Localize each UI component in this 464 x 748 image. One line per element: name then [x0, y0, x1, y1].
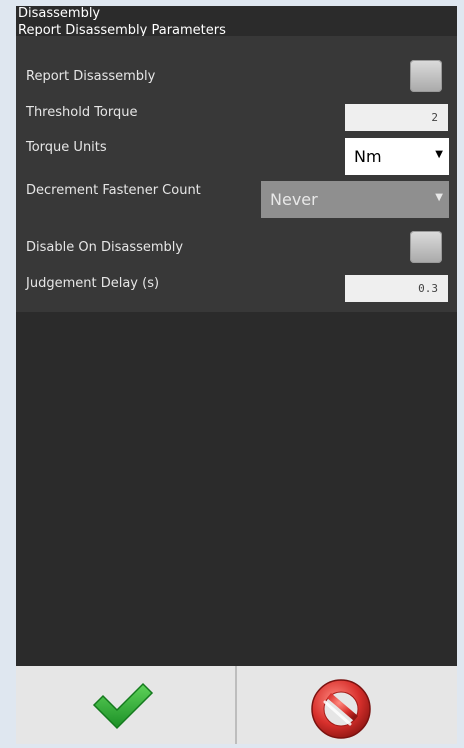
decrement-fastener-count-select[interactable]: Never ▼	[261, 181, 449, 218]
torque-units-select[interactable]: Nm ▼	[345, 138, 449, 175]
panel-title: Disassembly	[18, 6, 101, 21]
action-bar	[16, 666, 457, 744]
threshold-torque-label: Threshold Torque	[26, 105, 138, 120]
checkmark-icon	[92, 682, 154, 730]
disable-on-disassembly-label: Disable On Disassembly	[26, 240, 184, 255]
decrement-fastener-count-label: Decrement Fastener Count	[26, 183, 201, 198]
report-disassembly-checkbox[interactable]	[410, 60, 442, 92]
torque-units-value: Nm	[354, 147, 382, 166]
parameters-group: Report Disassembly Threshold Torque 2 To…	[16, 36, 457, 312]
disable-on-disassembly-checkbox[interactable]	[410, 231, 442, 263]
judgement-delay-label: Judgement Delay (s)	[26, 276, 160, 291]
threshold-torque-input[interactable]: 2	[345, 104, 448, 131]
report-disassembly-label: Report Disassembly	[26, 69, 156, 84]
judgement-delay-input[interactable]: 0.3	[345, 275, 448, 302]
cancel-icon	[311, 679, 371, 739]
cancel-button[interactable]	[237, 666, 457, 744]
dropdown-arrow-icon: ▼	[435, 149, 443, 160]
dropdown-arrow-icon: ▼	[435, 192, 443, 203]
torque-units-label: Torque Units	[26, 140, 107, 155]
decrement-fastener-count-value: Never	[270, 190, 318, 209]
disassembly-panel: Disassembly Report Disassembly Parameter…	[16, 6, 457, 666]
ok-button[interactable]	[16, 666, 236, 744]
